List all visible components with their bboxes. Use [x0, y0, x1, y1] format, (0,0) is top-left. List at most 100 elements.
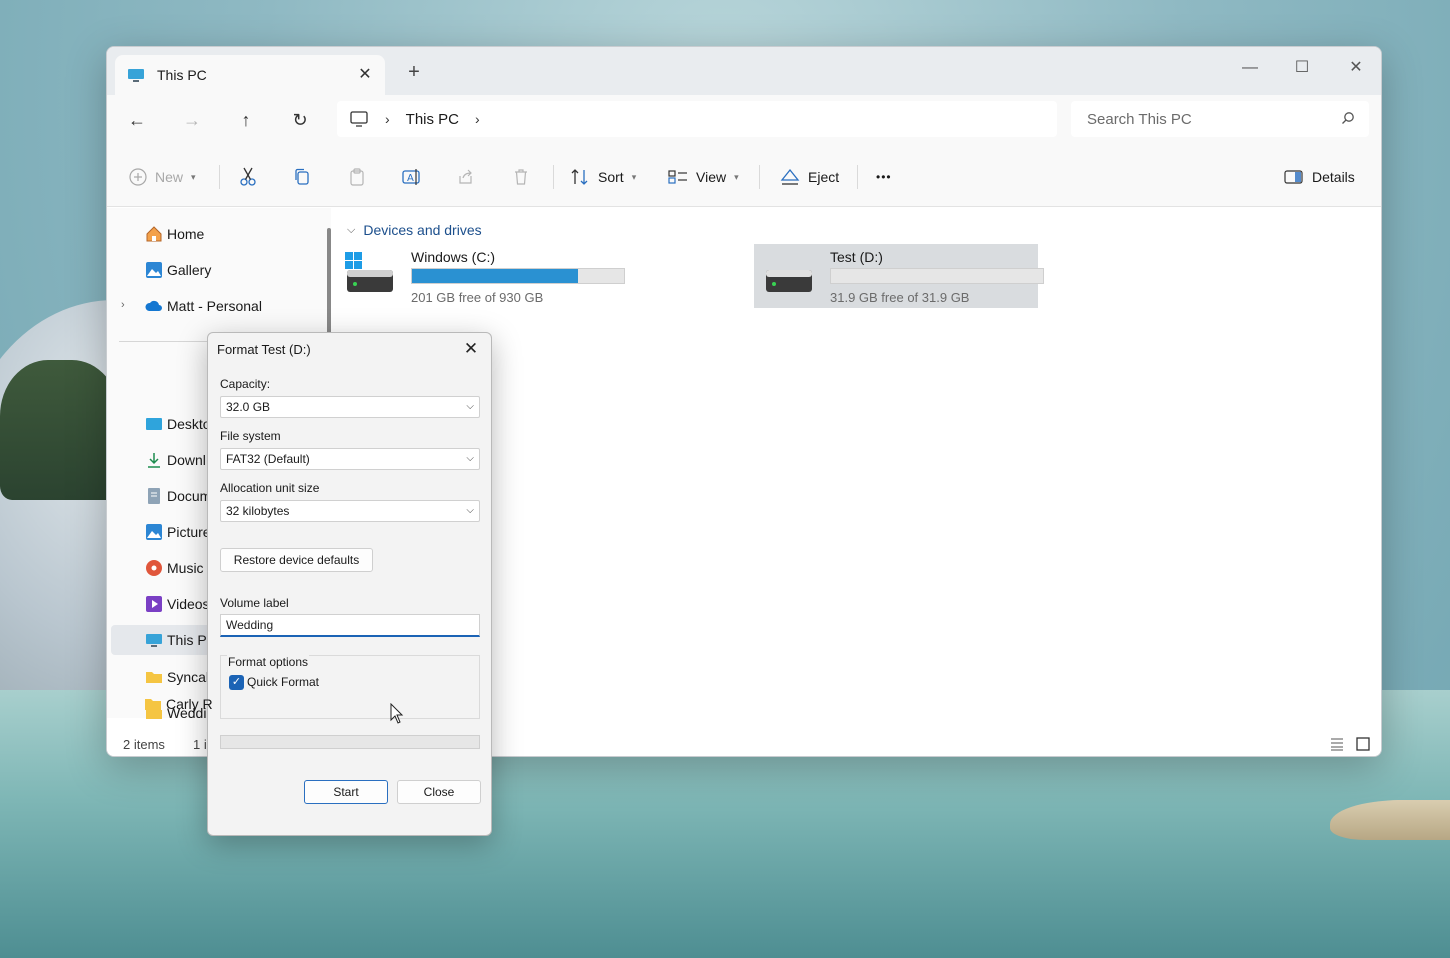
sidebar-item-label: Docum: [167, 488, 212, 504]
eject-button[interactable]: Eject: [780, 163, 839, 191]
breadcrumb-this-pc[interactable]: This PC: [406, 111, 459, 128]
close-button[interactable]: Close: [397, 780, 481, 804]
allocation-unit-select[interactable]: 32 kilobytes ⌵: [220, 500, 480, 522]
sidebar-item-videos[interactable]: Videos: [145, 589, 210, 619]
up-button[interactable]: ↑: [230, 105, 262, 135]
chevron-down-icon: ▾: [734, 171, 739, 182]
start-button[interactable]: Start: [304, 780, 388, 804]
file-system-value: FAT32 (Default): [226, 452, 310, 466]
back-button[interactable]: ←: [121, 105, 153, 135]
file-system-select[interactable]: FAT32 (Default) ⌵: [220, 448, 480, 470]
allocation-unit-value: 32 kilobytes: [226, 504, 290, 518]
computer-icon: [146, 634, 162, 647]
document-icon: [148, 488, 160, 504]
sidebar-item-desktop[interactable]: Deskto: [145, 409, 211, 439]
dialog-title: Format Test (D:): [217, 342, 311, 357]
sidebar-item-gallery[interactable]: Gallery: [145, 255, 211, 285]
sidebar-item-music[interactable]: Music: [145, 553, 204, 583]
new-label: New: [155, 169, 184, 185]
format-progress-bar: [220, 735, 480, 749]
restore-defaults-button[interactable]: Restore device defaults: [220, 548, 373, 572]
new-button[interactable]: New ▾: [129, 163, 196, 191]
folder-icon: [146, 672, 162, 683]
minimize-button[interactable]: —: [1227, 53, 1273, 83]
quick-format-checkbox[interactable]: ✓: [229, 675, 244, 690]
dialog-close-icon[interactable]: ✕: [459, 337, 483, 361]
pictures-icon: [146, 524, 162, 540]
drive-name: Windows (C:): [411, 249, 496, 265]
tiles-view-icon[interactable]: [1355, 736, 1371, 752]
chevron-down-icon: ▾: [191, 171, 196, 182]
eject-label: Eject: [808, 169, 840, 185]
drive-usage-fill: [412, 269, 579, 283]
new-tab-button[interactable]: +: [403, 61, 425, 83]
status-selected-count: 1 i: [193, 737, 207, 752]
toolbar-divider: [759, 165, 760, 189]
close-window-button[interactable]: ✕: [1333, 53, 1379, 83]
forward-button[interactable]: →: [176, 105, 208, 135]
format-options-group: Format options ✓ Quick Format: [220, 655, 480, 719]
sidebar-item-documents[interactable]: Docum: [145, 481, 211, 511]
sidebar-item-home[interactable]: Home: [145, 219, 204, 249]
home-icon: [146, 226, 162, 242]
sidebar-item-label: Deskto: [167, 416, 211, 432]
rename-icon: A: [402, 169, 420, 185]
tab-title: This PC: [157, 67, 207, 83]
group-devices-and-drives[interactable]: ⌵ Devices and drives: [347, 222, 482, 238]
breadcrumb-chevron[interactable]: ›: [475, 111, 480, 127]
share-icon: [459, 169, 472, 184]
drive-windows-c[interactable]: Windows (C:) 201 GB free of 930 GB: [335, 244, 625, 308]
share-button[interactable]: [457, 163, 475, 191]
folder-icon: [145, 699, 161, 710]
sidebar-scrollbar[interactable]: [327, 228, 331, 338]
quick-format-label[interactable]: Quick Format: [247, 675, 319, 689]
sort-icon: [571, 169, 588, 185]
volume-label-input[interactable]: Wedding: [220, 614, 480, 637]
paste-button[interactable]: [348, 163, 366, 191]
sidebar-item-syncall[interactable]: Syncall: [145, 662, 212, 692]
status-item-count: 2 items: [123, 737, 165, 752]
gallery-icon: [146, 262, 162, 278]
sidebar-item-label: Downl: [167, 452, 206, 468]
more-options-button[interactable]: •••: [876, 163, 892, 191]
command-bar: New ▾ A Sort ▾ View ▾ Eject ••• Details: [107, 145, 1381, 207]
sidebar-item-label: Music: [167, 560, 204, 576]
drive-name: Test (D:): [830, 249, 883, 265]
sidebar-item-carly-r[interactable]: Carly R: [144, 689, 213, 719]
cut-button[interactable]: [239, 163, 257, 191]
expand-chevron-icon[interactable]: ›: [121, 299, 125, 311]
details-label: Details: [1312, 169, 1355, 185]
chevron-down-icon: ▾: [631, 171, 637, 182]
tab-this-pc[interactable]: This PC ✕: [115, 55, 385, 95]
sidebar-item-pictures[interactable]: Picture: [145, 517, 211, 547]
sidebar-item-onedrive[interactable]: Matt - Personal: [145, 291, 262, 321]
delete-button[interactable]: [512, 163, 530, 191]
chevron-down-icon: ⌵: [466, 505, 474, 516]
sort-label: Sort: [598, 169, 624, 185]
tab-close-icon[interactable]: ✕: [355, 65, 375, 85]
copy-button[interactable]: [293, 163, 311, 191]
drive-test-d[interactable]: Test (D:) 31.9 GB free of 31.9 GB: [754, 244, 1044, 308]
rename-button[interactable]: A: [402, 163, 422, 191]
details-view-icon[interactable]: [1329, 736, 1345, 752]
drive-usage-bar: [830, 268, 1044, 284]
capacity-select[interactable]: 32.0 GB ⌵: [220, 396, 480, 418]
breadcrumb-separator: ›: [385, 111, 390, 127]
sort-button[interactable]: Sort ▾: [570, 163, 636, 191]
address-bar[interactable]: › This PC ›: [337, 101, 1057, 137]
drive-free-space: 201 GB free of 930 GB: [411, 290, 544, 305]
sidebar-item-label: Picture: [167, 524, 211, 540]
chevron-down-icon: ⌵: [466, 401, 474, 412]
eject-icon: [780, 168, 800, 185]
details-pane-button[interactable]: Details: [1284, 163, 1355, 191]
sidebar-item-downloads[interactable]: Downl: [145, 445, 206, 475]
title-bar: This PC ✕ + — ☐ ✕: [107, 47, 1381, 95]
view-button[interactable]: View ▾: [668, 163, 739, 191]
details-pane-icon: [1284, 170, 1303, 184]
search-input[interactable]: Search This PC: [1071, 101, 1369, 137]
toolbar-divider: [553, 165, 554, 189]
refresh-button[interactable]: ↻: [284, 105, 316, 135]
scissors-icon: [240, 167, 256, 186]
maximize-button[interactable]: ☐: [1279, 53, 1325, 83]
cloud-icon: [145, 300, 162, 311]
